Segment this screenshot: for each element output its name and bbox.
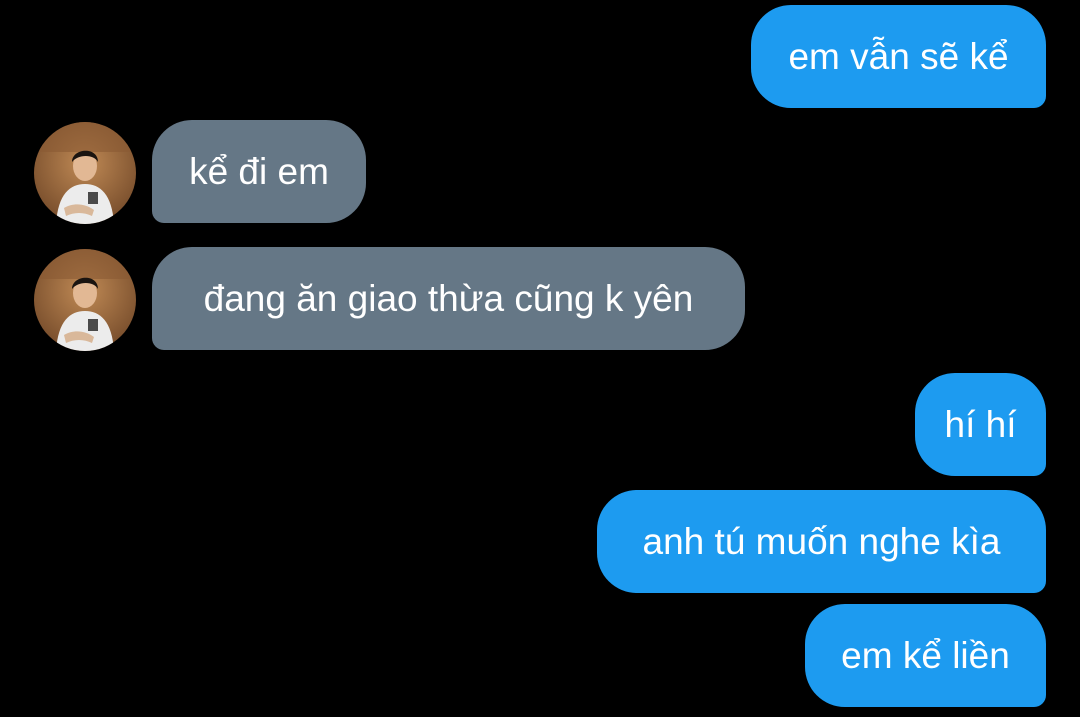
avatar-photo-icon — [34, 122, 136, 224]
incoming-message-bubble[interactable]: kể đi em — [152, 120, 366, 223]
outgoing-message-bubble[interactable]: hí hí — [915, 373, 1046, 476]
message-text: em vẫn sẽ kể — [788, 36, 1009, 77]
outgoing-message-bubble[interactable]: em vẫn sẽ kể — [751, 5, 1046, 108]
outgoing-message-bubble[interactable]: em kể liền — [805, 604, 1046, 707]
avatar-photo-icon — [34, 249, 136, 351]
contact-avatar[interactable] — [34, 249, 136, 351]
message-text: em kể liền — [841, 635, 1010, 676]
message-text: đang ăn giao thừa cũng k yên — [203, 278, 694, 319]
message-text: kể đi em — [189, 151, 329, 192]
incoming-message-bubble[interactable]: đang ăn giao thừa cũng k yên — [152, 247, 745, 350]
contact-avatar[interactable] — [34, 122, 136, 224]
message-thread: em vẫn sẽ kể kể đi em đang ăn giao thừa … — [0, 0, 1080, 717]
message-text: hí hí — [944, 404, 1017, 445]
outgoing-message-bubble[interactable]: anh tú muốn nghe kìa — [597, 490, 1046, 593]
message-text: anh tú muốn nghe kìa — [642, 521, 1001, 562]
